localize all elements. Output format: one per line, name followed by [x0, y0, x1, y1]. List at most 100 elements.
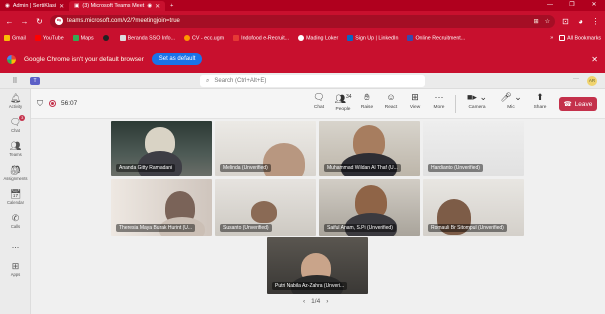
browser-tab-teams[interactable]: ▣ (3) Microsoft Teams Meet ◉ ✕ [69, 1, 166, 11]
back-icon[interactable]: ← [5, 17, 14, 26]
apps-icon: ⊞ [11, 261, 20, 271]
rail-item-more[interactable]: ... [0, 233, 31, 257]
chrome-menu-icon[interactable]: ⋮ [591, 17, 600, 26]
participant-name: Ananda Gitty Ramadani [116, 164, 176, 172]
video-tile[interactable]: Hardianto (Unverified) [423, 121, 524, 176]
audio-icon: ◉ [147, 3, 153, 9]
search-input[interactable]: ⌕ Search (Ctrl+Alt+E) [200, 75, 425, 87]
bookmark-cv[interactable]: CV - ecc.ugm [184, 34, 224, 41]
bookmark-maps[interactable]: Maps [72, 34, 94, 41]
default-browser-banner: Google Chrome isn't your default browser… [0, 45, 605, 73]
app-launcher-icon[interactable]: ⠿ [0, 77, 30, 85]
next-page-icon[interactable]: › [326, 298, 328, 305]
all-bookmarks[interactable]: All Bookmarks [559, 34, 601, 41]
participant-name: Susanto (Unverified) [220, 224, 272, 232]
participant-name: Muhammad Wildan Al Thaf (U... [324, 164, 401, 172]
maps-icon [72, 34, 79, 41]
video-tile[interactable]: Theresia Maya Burak Hurint (U... [111, 179, 212, 236]
teams-left-rail: 🔔︎ Activity 🗨︎ 3 Chat 👥︎ Teams 🎒︎ Assignments… [0, 89, 31, 314]
browser-tab-strip: ◉ Admin | SertiKlasi ✕ ▣ (3) Microsoft T… [0, 0, 605, 11]
react-button[interactable]: ☺ React [379, 92, 403, 113]
bookmark-sso[interactable]: Beranda SSO Info... [119, 34, 175, 41]
video-tile[interactable]: Ananda Gitty Ramadani [111, 121, 212, 176]
calendar-icon: 📅︎ [9, 189, 22, 199]
video-tile[interactable]: Romauli Br Sitompul (Unverified) [423, 179, 524, 236]
browser-tab-admin[interactable]: ◉ Admin | SertiKlasi ✕ [0, 1, 69, 11]
bookmark-youtube[interactable]: YouTube [34, 34, 64, 41]
bookmark-mading[interactable]: Mading Loker [298, 34, 338, 41]
unread-badge: 3 [19, 115, 26, 121]
leave-button[interactable]: ☎ Leave [559, 97, 597, 111]
bookmark-indofood[interactable]: Indofood e-Recruit... [233, 34, 289, 41]
assignments-icon: 🎒︎ [9, 165, 22, 175]
rail-item-activity[interactable]: 🔔︎ Activity [0, 89, 31, 113]
site-info-icon[interactable]: ⇆ [55, 17, 63, 25]
more-icon: ··· [434, 92, 444, 102]
people-button[interactable]: 👥︎34 People [331, 92, 355, 113]
view-button[interactable]: ⊞ View [403, 92, 427, 113]
rail-item-assignments[interactable]: 🎒︎ Assignments [0, 161, 31, 185]
video-tile[interactable]: Saiful Anam, S.Pi (Unverified) [319, 179, 420, 236]
close-window-icon[interactable]: ✕ [583, 0, 605, 11]
forward-icon[interactable]: → [20, 17, 29, 26]
new-tab-button[interactable]: + [165, 1, 178, 11]
bookmark-linkedin[interactable]: Sign Up | LinkedIn [347, 34, 398, 41]
set-default-button[interactable]: Set as default [151, 53, 203, 65]
maximize-icon[interactable]: ❐ [561, 0, 583, 11]
meeting-stage: ⛉ 56:07 🗨︎ Chat 👥︎34 People ✋︎ Raise ☺ React… [31, 89, 605, 314]
rail-item-teams[interactable]: 👥︎ Teams [0, 137, 31, 161]
rail-item-calls[interactable]: ✆ Calls [0, 209, 31, 233]
chat-button[interactable]: 🗨︎ Chat [307, 92, 331, 113]
close-banner-icon[interactable]: ✕ [591, 55, 598, 64]
close-tab-icon[interactable]: ✕ [155, 3, 160, 10]
phone-icon: ✆ [11, 213, 20, 223]
participant-name: Putri Nabila Az-Zahra (Unveri... [272, 282, 348, 290]
indofood-icon [233, 34, 240, 41]
camera-button[interactable]: ■▸ ⌄ Camera [460, 92, 494, 113]
github-icon [102, 34, 109, 41]
teams-icon: 👥︎ [9, 141, 22, 151]
bookmarks-overflow-icon[interactable]: » [550, 35, 553, 41]
reload-icon[interactable]: ↻ [35, 17, 44, 26]
mic-button[interactable]: 🎤︎ ⌄ Mic [494, 92, 528, 113]
url-field[interactable]: ⇆ teams.microsoft.com/v2/?meetingjoin=tr… [50, 14, 555, 28]
bell-icon: 🔔︎ [9, 93, 22, 103]
video-tile[interactable]: Putri Nabila Az-Zahra (Unveri... [267, 237, 368, 294]
settings-more-icon[interactable]: ··· [573, 76, 579, 86]
bookmark-recruitment[interactable]: Online Recruitment... [407, 34, 465, 41]
window-controls: — ❐ ✕ [539, 0, 605, 11]
bookmark-gmail[interactable]: Gmail [4, 34, 26, 41]
rail-item-calendar[interactable]: 📅︎ Calendar [0, 185, 31, 209]
translate-icon[interactable]: ⊞ [534, 18, 539, 25]
bookmarks-bar: Gmail YouTube Maps Beranda SSO Info... C… [0, 31, 605, 45]
shield-icon[interactable]: ⛉ [37, 99, 43, 109]
more-button[interactable]: ··· More [427, 92, 451, 113]
video-tile[interactable]: Muhammad Wildan Al Thaf (U... [319, 121, 420, 176]
rail-item-apps[interactable]: ⊞ Apps [0, 257, 31, 281]
search-icon: ⌕ [206, 77, 210, 84]
profile-icon[interactable]: ◕ [576, 17, 585, 26]
more-icon: ... [11, 240, 20, 250]
minimize-icon[interactable]: — [539, 0, 561, 11]
smile-icon: ☺ [386, 92, 396, 102]
avatar[interactable]: AR [587, 76, 597, 86]
close-tab-icon[interactable]: ✕ [59, 3, 64, 10]
teams-top-bar: ⠿ T ⌕ Search (Ctrl+Alt+E) ··· AR [0, 73, 605, 89]
share-icon: ⬆ [536, 92, 544, 102]
previous-page-icon[interactable]: ‹ [303, 298, 305, 305]
extensions-icon[interactable]: ⊡ [561, 17, 570, 26]
bookmark-star-icon[interactable]: ☆ [545, 18, 550, 25]
participant-name: Theresia Maya Burak Hurint (U... [116, 224, 196, 232]
video-tile[interactable]: Susanto (Unverified) [215, 179, 316, 236]
hang-up-icon: ☎ [563, 101, 572, 108]
chrome-logo-icon [7, 54, 16, 64]
raise-hand-button[interactable]: ✋︎ Raise [355, 92, 379, 113]
address-bar-row: ← → ↻ ⇆ teams.microsoft.com/v2/?meetingj… [0, 11, 605, 31]
bookmark-github[interactable] [102, 34, 111, 41]
share-button[interactable]: ⬆ Share [528, 92, 552, 113]
url-text: teams.microsoft.com/v2/?meetingjoin=true [67, 18, 180, 24]
gmail-icon [4, 34, 10, 41]
rail-item-chat[interactable]: 🗨︎ 3 Chat [0, 113, 31, 137]
chat-icon: 🗨︎ [313, 92, 325, 102]
video-tile[interactable]: Melinda (Unverified) [215, 121, 316, 176]
